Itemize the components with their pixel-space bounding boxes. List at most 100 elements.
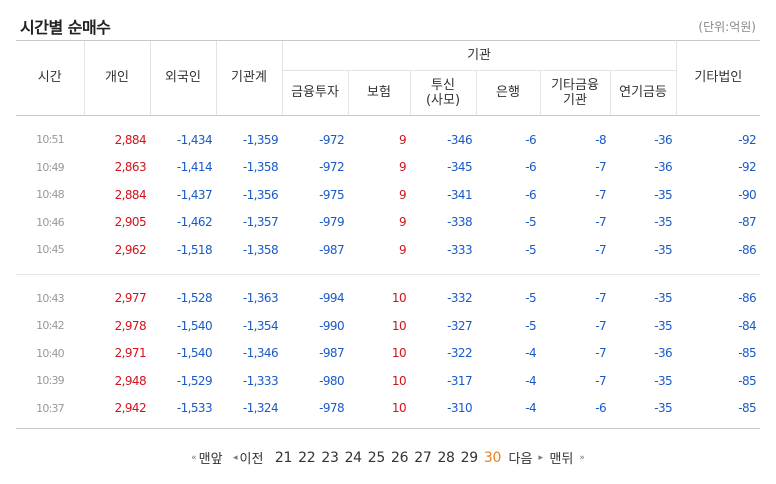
cell-trust: -317 xyxy=(447,373,472,388)
last-page-label: 맨뒤 xyxy=(549,452,574,467)
cell-financial-invest: -975 xyxy=(319,187,344,202)
cell-insurance: 10 xyxy=(391,346,407,361)
cell-other-finance: -7 xyxy=(595,346,606,361)
page-link-23[interactable]: 23 xyxy=(321,450,339,466)
table-row: 10:51 2,884 -1,434 -1,359 -972 9 -346 -6 -8 -36 -9… xyxy=(16,126,760,154)
cell-insurance: 9 xyxy=(398,215,407,230)
col-header-time: 시간 xyxy=(16,40,84,115)
cell-individual: 2,942 xyxy=(114,401,147,416)
col-header-insurance: 보험 xyxy=(347,70,410,115)
cell-other-corp: -90 xyxy=(738,187,757,202)
page-numbers: 21 22 23 24 25 26 27 28 29 30 xyxy=(272,450,504,466)
cell-pension: -35 xyxy=(654,401,673,416)
col-header-other-finance-line1: 기타금융 xyxy=(551,77,599,93)
cell-other-finance: -7 xyxy=(595,215,606,230)
cell-other-finance: -7 xyxy=(595,160,606,175)
cell-trust: -332 xyxy=(447,291,472,306)
table-row: 10:40 2,971 -1,540 -1,346 -987 10 -322 -4 -7 -36 -… xyxy=(16,340,760,368)
group-separator-cell xyxy=(16,263,761,275)
page-link-28[interactable]: 28 xyxy=(437,450,455,466)
page-link-21[interactable]: 21 xyxy=(275,450,293,466)
cell-trust: -322 xyxy=(447,346,472,361)
pagination: «맨앞 ◂ 이전 21 22 23 24 25 26 27 28 29 30 다음 ▸ 맨뒤 » xyxy=(0,448,776,470)
cell-other-corp: -85 xyxy=(738,373,757,388)
cell-pension: -35 xyxy=(654,187,673,202)
cell-other-finance: -7 xyxy=(595,373,606,388)
double-chevron-right-icon: » xyxy=(579,452,585,463)
table-row: 10:39 2,948 -1,529 -1,333 -980 10 -317 -4 -7 -35 -… xyxy=(16,367,760,395)
table-row: 10:43 2,977 -1,528 -1,363 -994 10 -332 -5 -7 -35 -… xyxy=(16,285,760,313)
next-page-label: 다음 xyxy=(508,452,533,467)
cell-insurance: 9 xyxy=(398,132,407,147)
cell-pension: -35 xyxy=(654,291,673,306)
cell-bank: -4 xyxy=(525,401,536,416)
cell-individual: 2,863 xyxy=(114,160,147,175)
group-separator xyxy=(16,263,761,275)
cell-bank: -5 xyxy=(525,215,536,230)
page-link-29[interactable]: 29 xyxy=(461,450,479,466)
col-header-institution-total: 기관계 xyxy=(215,40,282,115)
prev-page-link[interactable]: ◂ 이전 xyxy=(231,448,267,467)
page-link-25[interactable]: 25 xyxy=(368,450,386,466)
cell-other-corp: -85 xyxy=(738,346,757,361)
cell-other-finance: -7 xyxy=(595,291,606,306)
cell-institution-total: -1,324 xyxy=(242,401,279,416)
cell-bank: -5 xyxy=(525,242,536,257)
cell-bank: -5 xyxy=(525,291,536,306)
cell-foreign: -1,414 xyxy=(176,160,213,175)
col-header-bank: 은행 xyxy=(475,70,540,115)
cell-bank: -6 xyxy=(525,132,536,147)
cell-foreign: -1,462 xyxy=(176,215,213,230)
cell-pension: -35 xyxy=(654,373,673,388)
page-link-22[interactable]: 22 xyxy=(298,450,316,466)
cell-trust: -327 xyxy=(447,318,472,333)
group-spacer-cell xyxy=(16,275,760,285)
cell-financial-invest: -978 xyxy=(319,401,344,416)
next-page-link[interactable]: 다음 ▸ xyxy=(509,448,545,467)
chevron-left-icon: ◂ xyxy=(233,452,238,463)
cell-individual: 2,905 xyxy=(114,215,147,230)
cell-other-finance: -8 xyxy=(595,132,606,147)
cell-individual: 2,977 xyxy=(114,291,147,306)
table-row: 10:48 2,884 -1,437 -1,356 -975 9 -341 -6 -7 -35 -9… xyxy=(16,181,760,209)
cell-trust: -310 xyxy=(447,401,472,416)
cell-institution-total: -1,363 xyxy=(242,291,279,306)
cell-financial-invest: -990 xyxy=(319,318,344,333)
cell-time: 10:46 xyxy=(36,215,65,229)
last-page-link[interactable]: 맨뒤 » xyxy=(549,448,586,467)
cell-foreign: -1,540 xyxy=(176,346,213,361)
bottom-spacer-cell xyxy=(16,422,761,429)
cell-other-corp: -86 xyxy=(738,242,757,257)
cell-time: 10:49 xyxy=(36,160,65,174)
table-row: 10:49 2,863 -1,414 -1,358 -972 9 -345 -6 -7 -36 -9… xyxy=(16,154,760,182)
page-link-24[interactable]: 24 xyxy=(345,450,363,466)
cell-other-corp: -92 xyxy=(738,132,757,147)
page-link-27[interactable]: 27 xyxy=(414,450,432,466)
cell-time: 10:45 xyxy=(36,243,65,257)
first-page-link[interactable]: «맨앞 xyxy=(189,448,226,467)
cell-time: 10:51 xyxy=(36,133,65,147)
cell-trust: -333 xyxy=(447,242,472,257)
cell-individual: 2,884 xyxy=(114,132,147,147)
cell-institution-total: -1,359 xyxy=(242,132,279,147)
page-link-30[interactable]: 30 xyxy=(484,450,502,466)
cell-insurance: 9 xyxy=(398,187,407,202)
cell-financial-invest: -980 xyxy=(319,373,344,388)
title-bar: 시간별 순매수 (단위:억원) xyxy=(18,12,758,38)
cell-other-corp: -84 xyxy=(738,318,757,333)
cell-foreign: -1,529 xyxy=(176,373,213,388)
cell-institution-total: -1,346 xyxy=(242,346,279,361)
page-link-26[interactable]: 26 xyxy=(391,450,409,466)
cell-bank: -4 xyxy=(525,373,536,388)
bottom-spacer xyxy=(16,422,761,429)
cell-trust: -338 xyxy=(447,215,472,230)
cell-pension: -36 xyxy=(654,346,673,361)
cell-institution-total: -1,358 xyxy=(242,160,279,175)
cell-pension: -36 xyxy=(654,132,673,147)
double-chevron-left-icon: « xyxy=(191,452,197,463)
table-row: 10:42 2,978 -1,540 -1,354 -990 10 -327 -5 -7 -35 -… xyxy=(16,312,760,340)
cell-other-corp: -87 xyxy=(738,215,757,230)
cell-bank: -6 xyxy=(525,160,536,175)
cell-trust: -345 xyxy=(447,160,472,175)
cell-individual: 2,962 xyxy=(114,242,147,257)
